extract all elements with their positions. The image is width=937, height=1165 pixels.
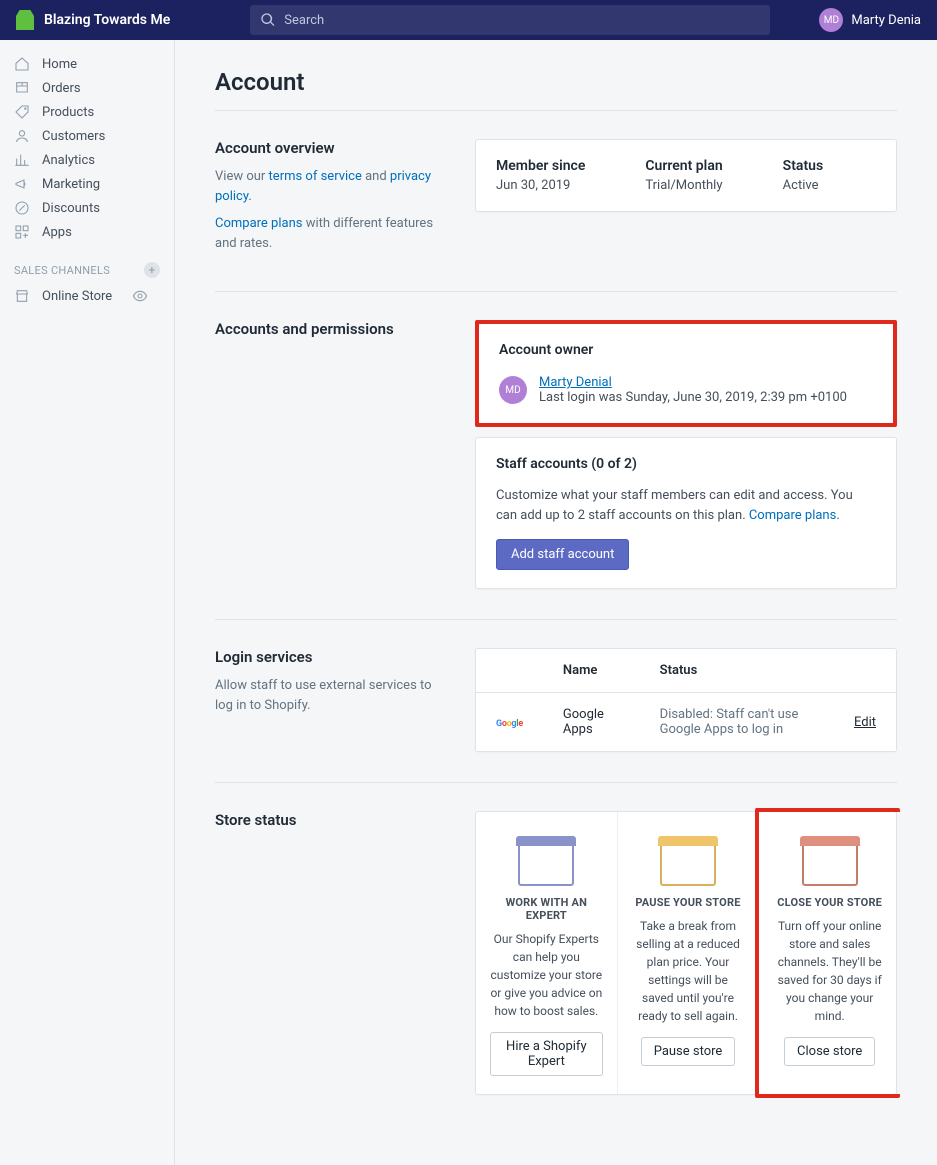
expert-title: WORK WITH AN EXPERT [490,896,603,922]
view-icon[interactable] [132,288,148,304]
close-store-button[interactable]: Close store [784,1037,875,1066]
analytics-icon [14,152,30,168]
sidebar-item-analytics[interactable]: Analytics [0,148,174,172]
store-icon [14,288,30,304]
sidebar-item-customers[interactable]: Customers [0,124,174,148]
hire-expert-button[interactable]: Hire a Shopify Expert [490,1032,603,1076]
sidebar-item-orders[interactable]: Orders [0,76,174,100]
sidebar-item-label: Products [42,105,94,120]
edit-link[interactable]: Edit [854,715,876,730]
staff-accounts-desc: Customize what your staff members can ed… [496,486,876,525]
service-status: Disabled: Staff can't use Google Apps to… [640,693,834,752]
sidebar-item-label: Home [42,57,77,72]
customer-icon [14,128,30,144]
sidebar-item-marketing[interactable]: Marketing [0,172,174,196]
close-desc: Turn off your online store and sales cha… [773,917,886,1025]
member-since-label: Member since [496,158,585,174]
close-store-icon [802,830,858,886]
section-overview: Account overview View our terms of servi… [215,139,897,261]
sidebar-heading-channels: SALES CHANNELS + [0,244,174,284]
search-placeholder: Search [284,13,324,28]
staff-accounts-heading: Staff accounts (0 of 2) [496,456,876,472]
divider [215,291,897,292]
divider [215,110,897,111]
overview-desc: View our terms of service and privacy po… [215,167,435,206]
sidebar-item-label: Orders [42,81,81,96]
sidebar-item-label: Online Store [42,289,112,304]
sidebar-item-products[interactable]: Products [0,100,174,124]
topbar: Blazing Towards Me Search MD Marty Denia [0,0,937,40]
col-status: Status [640,649,834,693]
divider [215,782,897,783]
expert-store-icon [518,830,574,886]
discount-icon [14,200,30,216]
shopify-logo-icon [16,10,34,30]
orders-icon [14,80,30,96]
divider [215,619,897,620]
login-services-desc: Allow staff to use external services to … [215,676,435,715]
close-store-highlight: CLOSE YOUR STORE Turn off your online st… [755,808,900,1098]
search-input[interactable]: Search [250,5,770,35]
main-content: Account Account overview View our terms … [175,40,937,1165]
table-row: Google Google Apps Disabled: Staff can't… [476,693,896,752]
login-services-heading: Login services [215,648,435,666]
tag-icon [14,104,30,120]
overview-heading: Account overview [215,139,435,157]
pause-store-button[interactable]: Pause store [641,1037,736,1066]
page-title: Account [215,68,897,96]
owner-last-login: Last login was Sunday, June 30, 2019, 2:… [539,390,847,405]
section-permissions: Accounts and permissions Account owner M… [215,320,897,589]
owner-name-link[interactable]: Marty Denial [539,375,612,390]
compare-plans-link[interactable]: Compare plans [215,216,302,231]
compare-plans-link-staff[interactable]: Compare plans. [749,508,840,523]
tos-link[interactable]: terms of service [269,169,362,184]
current-plan-value: Trial/Monthly [645,178,722,193]
current-plan-label: Current plan [645,158,722,174]
section-store-status: Store status WORK WITH AN EXPERT Our Sho… [215,811,897,1095]
pause-store-card: PAUSE YOUR STORE Take a break from selli… [618,812,760,1094]
sidebar-item-discounts[interactable]: Discounts [0,196,174,220]
expert-desc: Our Shopify Experts can help you customi… [490,930,603,1020]
search-icon [260,12,276,28]
overview-compare: Compare plans with different features an… [215,214,435,253]
status-label: Status [783,158,823,174]
section-login-services: Login services Allow staff to use extern… [215,648,897,752]
sidebar-item-home[interactable]: Home [0,52,174,76]
sidebar-item-online-store[interactable]: Online Store [0,284,174,308]
service-name: Google Apps [543,693,640,752]
sidebar-item-label: Marketing [42,177,100,192]
status-value: Active [783,178,823,193]
sidebar-item-label: Apps [42,225,72,240]
home-icon [14,56,30,72]
user-name[interactable]: Marty Denia [851,13,921,28]
sidebar: Home Orders Products Customers Analytics… [0,40,175,1165]
store-name[interactable]: Blazing Towards Me [44,12,170,28]
permissions-heading: Accounts and permissions [215,320,435,338]
sidebar-item-apps[interactable]: Apps [0,220,174,244]
user-avatar[interactable]: MD [819,8,843,32]
account-owner-heading: Account owner [499,342,873,358]
member-since-value: Jun 30, 2019 [496,178,585,193]
google-logo-icon: Google [496,719,523,729]
owner-avatar: MD [499,376,527,404]
sidebar-heading-label: SALES CHANNELS [14,264,110,277]
sidebar-item-label: Customers [42,129,105,144]
sidebar-item-label: Analytics [42,153,95,168]
add-channel-button[interactable]: + [144,262,160,278]
apps-icon [14,224,30,240]
store-status-heading: Store status [215,811,435,829]
pause-desc: Take a break from selling at a reduced p… [632,917,745,1025]
login-services-table: Name Status Google Google Apps Disabled:… [476,649,896,751]
add-staff-button[interactable]: Add staff account [496,539,629,570]
sidebar-item-label: Discounts [42,201,100,216]
pause-store-icon [660,830,716,886]
megaphone-icon [14,176,30,192]
work-with-expert-card: WORK WITH AN EXPERT Our Shopify Experts … [476,812,618,1094]
account-owner-highlight: Account owner MD Marty Denial Last login… [475,320,897,427]
col-name: Name [543,649,640,693]
